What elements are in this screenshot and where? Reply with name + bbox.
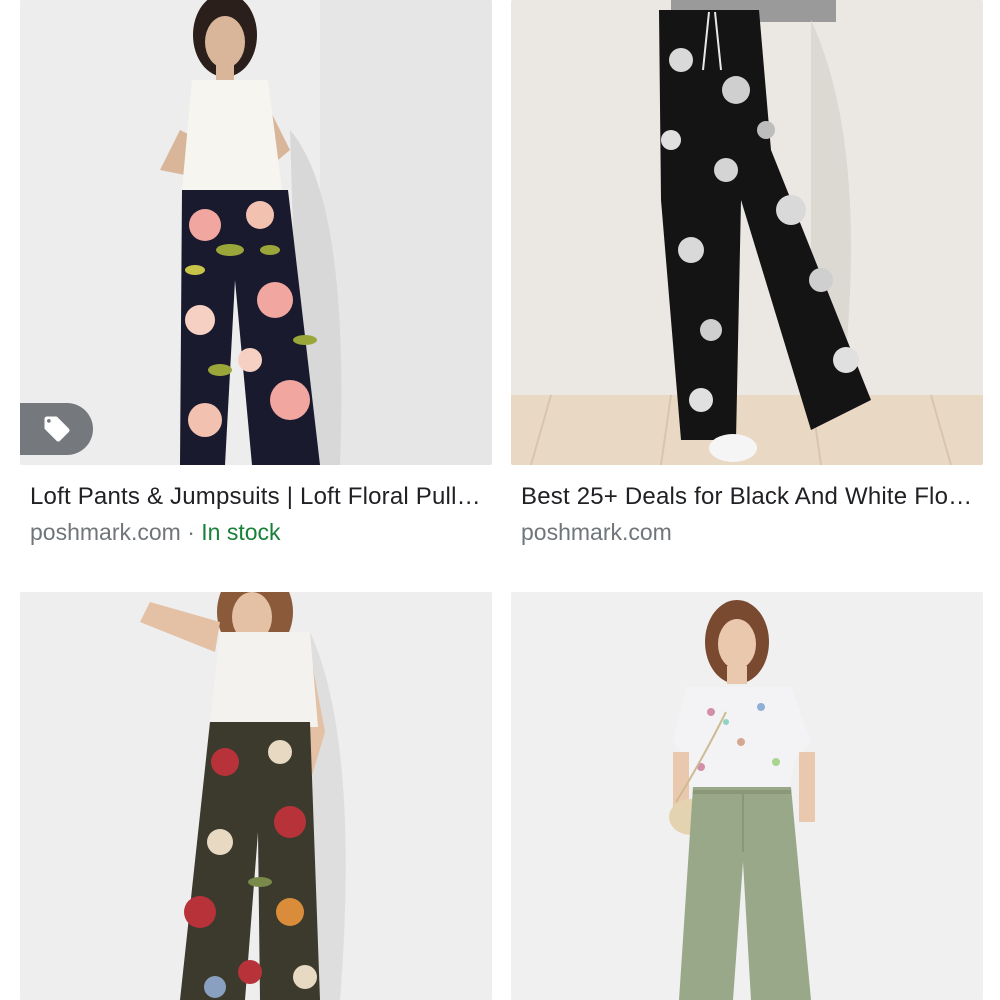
product-image	[511, 0, 983, 465]
tag-icon	[44, 416, 69, 442]
result-thumbnail[interactable]	[20, 0, 492, 465]
result-source: poshmark.com	[521, 519, 672, 545]
result-source: poshmark.com	[30, 519, 181, 545]
stock-status: In stock	[201, 519, 281, 545]
shopping-badge	[20, 403, 93, 455]
result-card[interactable]: Best 25+ Deals for Black And White Flora…	[511, 0, 983, 547]
result-card[interactable]: Loft Pants & Jumpsuits | Loft Floral Pul…	[20, 0, 492, 547]
result-card[interactable]	[20, 592, 492, 1000]
result-thumbnail[interactable]	[511, 0, 983, 465]
result-source-line: poshmark.com	[521, 517, 973, 547]
result-thumbnail[interactable]	[20, 592, 492, 1000]
product-image	[511, 592, 983, 1000]
result-title[interactable]: Loft Pants & Jumpsuits | Loft Floral Pul…	[30, 481, 482, 513]
result-card[interactable]	[511, 592, 983, 1000]
product-image	[20, 0, 492, 465]
product-image	[20, 592, 492, 1000]
result-thumbnail[interactable]	[511, 592, 983, 1000]
separator: ·	[180, 519, 202, 545]
result-title[interactable]: Best 25+ Deals for Black And White Flora…	[521, 481, 973, 513]
result-source-line: poshmark.com · In stock	[30, 517, 482, 547]
